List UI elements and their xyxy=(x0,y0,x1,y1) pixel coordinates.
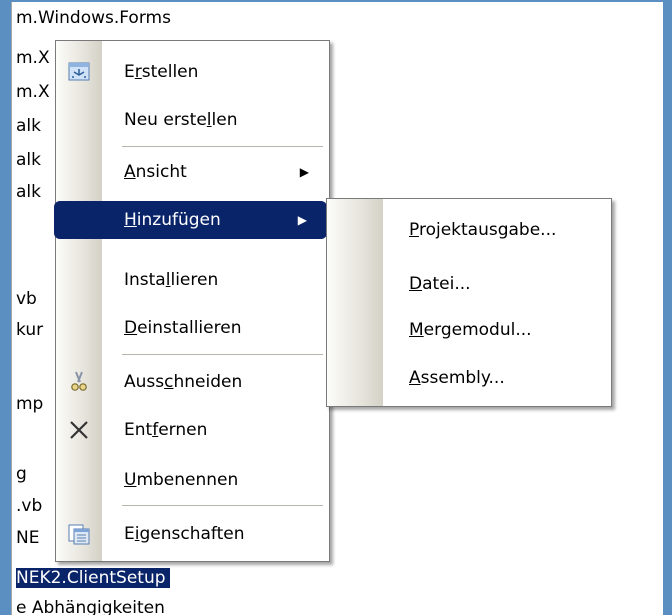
submenu-hinzufuegen: Projektausgabe... Datei... Mergemodul...… xyxy=(326,198,612,407)
submenu-item-mergemodul[interactable]: Mergemodul... xyxy=(327,311,611,349)
menu-item-ansicht[interactable]: Ansicht ▶ xyxy=(56,153,329,191)
tree-node[interactable]: alk xyxy=(16,182,41,202)
cut-icon xyxy=(67,370,91,394)
menu-separator xyxy=(122,505,323,506)
menu-item-eigenschaften[interactable]: Eigenschaften xyxy=(56,515,329,553)
context-menu: Erstellen Neu erstellen Ansicht ▶ Hinzuf… xyxy=(54,40,330,562)
tree-node[interactable]: alk xyxy=(16,116,41,136)
tree-node[interactable]: e Abhängigkeiten xyxy=(16,598,165,615)
menu-item-installieren[interactable]: Installieren xyxy=(56,261,329,299)
submenu-arrow-icon: ▶ xyxy=(297,213,307,227)
tree-node[interactable]: vb xyxy=(16,289,37,309)
tree-node[interactable]: kur xyxy=(16,320,43,340)
menu-item-neu-erstellen[interactable]: Neu erstellen xyxy=(56,101,329,139)
submenu-arrow-icon: ▶ xyxy=(299,165,309,179)
properties-icon xyxy=(67,522,91,546)
submenu-item-assembly[interactable]: Assembly... xyxy=(327,359,611,397)
tree-node[interactable]: mp xyxy=(16,394,43,414)
tree-node[interactable]: g xyxy=(16,464,27,484)
menu-separator xyxy=(122,354,323,355)
tree-node[interactable]: m.Windows.Forms xyxy=(16,8,171,28)
menu-item-ausschneiden[interactable]: Ausschneiden xyxy=(56,363,329,401)
tree-node-selected[interactable]: NEK2.ClientSetup xyxy=(16,568,170,588)
submenu-item-projektausgabe[interactable]: Projektausgabe... xyxy=(327,211,611,249)
tree-node[interactable]: NE xyxy=(16,528,39,548)
menu-item-deinstallieren[interactable]: Deinstallieren xyxy=(56,309,329,347)
menu-separator xyxy=(122,146,323,147)
tree-node[interactable]: .vb xyxy=(16,496,42,516)
menu-item-hinzufuegen[interactable]: Hinzufügen ▶ xyxy=(54,201,327,239)
menu-item-erstellen[interactable]: Erstellen xyxy=(56,53,329,91)
delete-icon xyxy=(67,418,91,442)
menu-item-entfernen[interactable]: Entfernen xyxy=(56,411,329,449)
submenu-item-datei[interactable]: Datei... xyxy=(327,265,611,303)
tree-node[interactable]: alk xyxy=(16,150,41,170)
tree-node[interactable]: m.X xyxy=(16,48,50,68)
tree-node[interactable]: m.X xyxy=(16,82,50,102)
menu-item-umbenennen[interactable]: Umbenennen xyxy=(56,461,329,499)
build-icon xyxy=(67,60,91,84)
